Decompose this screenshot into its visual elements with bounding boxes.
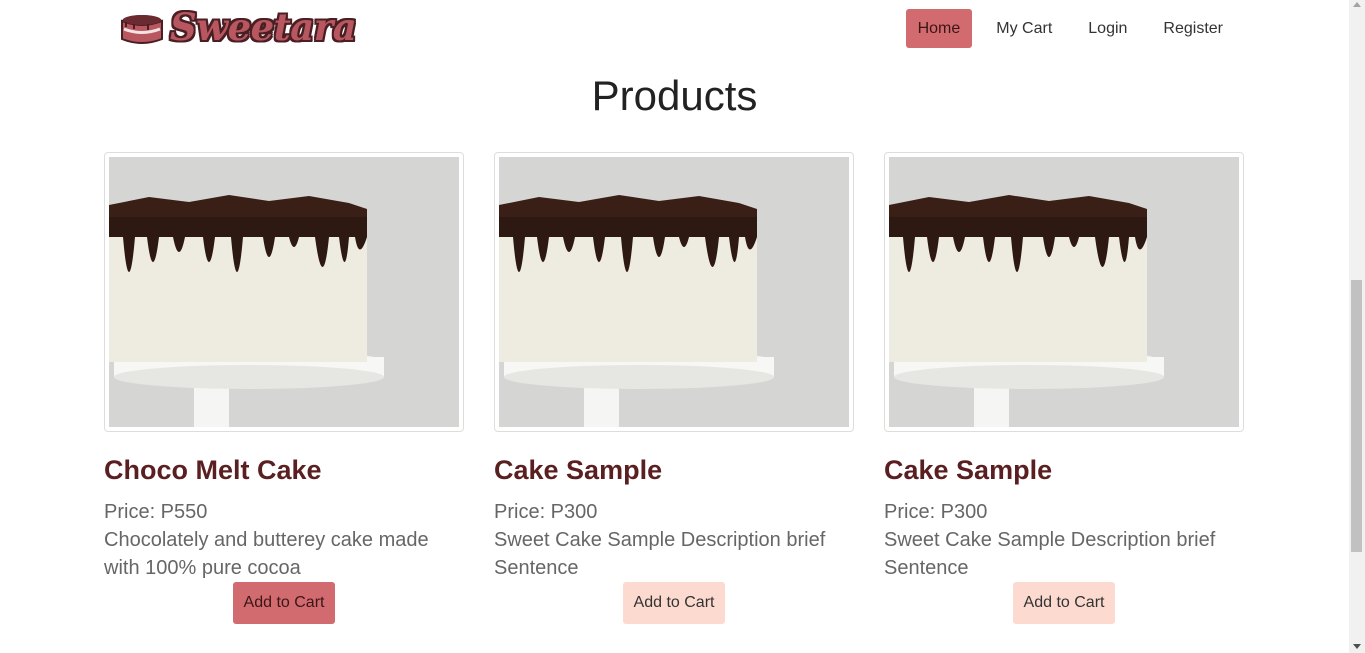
product-description: Sweet Cake Sample Description brief Sent… <box>884 529 1216 579</box>
add-to-cart-button[interactable]: Add to Cart <box>232 582 336 624</box>
product-image[interactable] <box>494 152 854 432</box>
nav-my-cart[interactable]: My Cart <box>984 9 1064 48</box>
add-to-cart-button[interactable]: Add to Cart <box>1012 582 1116 624</box>
product-card: Cake Sample Price: P300 Sweet Cake Sampl… <box>884 152 1244 624</box>
product-title[interactable]: Cake Sample <box>494 454 854 486</box>
page: Sweetara Home My Cart Login Register Pro… <box>0 0 1349 653</box>
nav-login[interactable]: Login <box>1076 9 1139 48</box>
scrollbar-thumb[interactable] <box>1351 280 1362 552</box>
product-title[interactable]: Choco Melt Cake <box>104 454 464 486</box>
cake-slice-icon <box>121 15 163 44</box>
vertical-scrollbar[interactable] <box>1349 0 1365 653</box>
product-card: Cake Sample Price: P300 Sweet Cake Sampl… <box>494 152 854 624</box>
navbar: Sweetara Home My Cart Login Register <box>0 0 1349 58</box>
product-description: Chocolately and butterey cake made with … <box>104 529 429 579</box>
product-description: Sweet Cake Sample Description brief Sent… <box>494 529 826 579</box>
main-nav: Home My Cart Login Register <box>905 9 1235 48</box>
nav-register[interactable]: Register <box>1151 9 1235 48</box>
brand-logo[interactable]: Sweetara <box>118 4 357 50</box>
scroll-up-arrow-icon[interactable] <box>1353 2 1361 7</box>
chocolate-drip-cake-image <box>109 157 459 427</box>
product-price: Price: P300 <box>494 501 598 523</box>
add-to-cart-button[interactable]: Add to Cart <box>622 582 726 624</box>
product-price: Price: P550 <box>104 501 208 523</box>
product-image[interactable] <box>104 152 464 432</box>
chocolate-drip-cake-image <box>889 157 1239 427</box>
nav-home[interactable]: Home <box>905 9 973 48</box>
product-title[interactable]: Cake Sample <box>884 454 1244 486</box>
scroll-down-arrow-icon[interactable] <box>1353 644 1361 649</box>
product-price: Price: P300 <box>884 501 988 523</box>
page-title: Products <box>591 72 758 119</box>
product-card: Choco Melt Cake Price: P550 Chocolately … <box>104 152 464 624</box>
brand-name: Sweetara <box>170 5 357 49</box>
product-image[interactable] <box>884 152 1244 432</box>
chocolate-drip-cake-image <box>499 157 849 427</box>
